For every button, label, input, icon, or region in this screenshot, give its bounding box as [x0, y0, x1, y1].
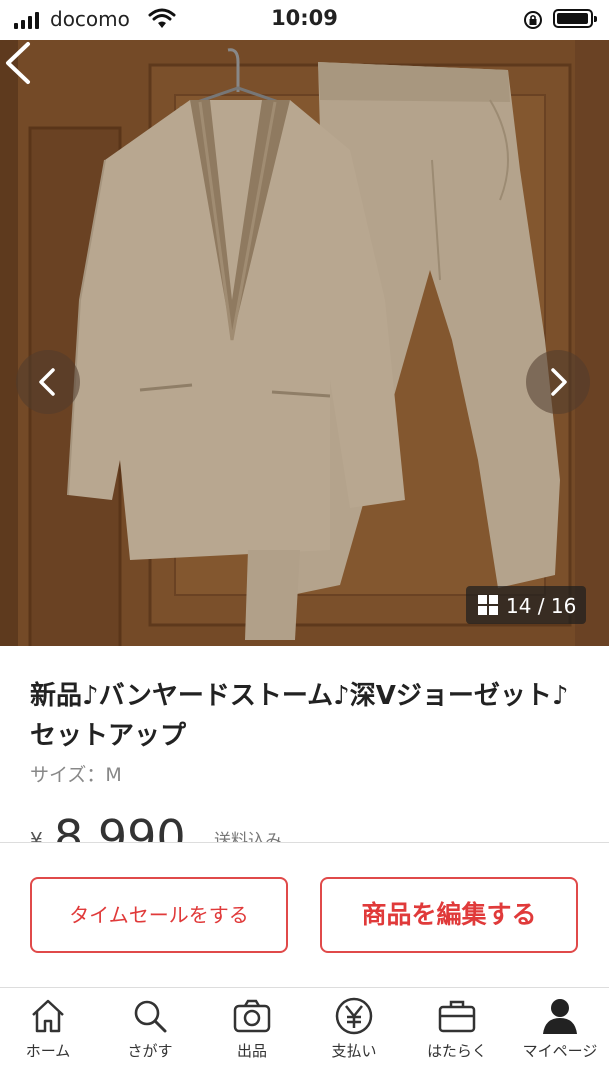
home-icon — [32, 999, 64, 1033]
edit-item-button[interactable]: 商品を編集する — [320, 877, 578, 953]
tab-search[interactable]: さがす — [100, 996, 200, 1076]
tab-search-label: さがす — [127, 1042, 173, 1060]
shipping-note: 送料込み — [214, 831, 282, 842]
yen-icon — [335, 997, 373, 1035]
grid-icon — [478, 595, 498, 615]
tab-mypage[interactable]: マイページ — [510, 996, 609, 1076]
timesale-button[interactable]: タイムセールをする — [30, 877, 288, 953]
tab-work-label: はたらく — [427, 1042, 487, 1060]
next-photo-button[interactable] — [526, 350, 590, 414]
item-price: 8,990 — [54, 810, 186, 842]
search-icon — [134, 1000, 167, 1033]
user-icon — [543, 999, 577, 1034]
item-size: サイズ：M — [30, 764, 122, 786]
tab-home[interactable]: ホーム — [0, 996, 98, 1076]
tab-bar: ホーム さがす 出品 支払い はたらく マイページ — [0, 987, 609, 1081]
product-image — [0, 40, 609, 646]
photo-counter[interactable]: 14 / 16 — [466, 586, 586, 624]
item-title: 新品♪バンヤードストーム♪深Vジョーゼット♪セットアップ — [30, 681, 569, 751]
clock: 10:09 — [271, 6, 338, 30]
tab-home-label: ホーム — [25, 1042, 71, 1060]
price-row: ¥ 8,990 送料込み — [0, 800, 609, 842]
back-chevron-icon[interactable] — [0, 40, 36, 86]
briefcase-icon — [438, 1000, 476, 1033]
battery-icon — [553, 9, 597, 28]
tab-payment[interactable]: 支払い — [304, 996, 404, 1076]
camera-icon — [233, 999, 271, 1033]
chevron-right-icon — [551, 368, 567, 396]
tab-payment-label: 支払い — [331, 1042, 377, 1060]
currency-symbol: ¥ — [30, 828, 43, 842]
chevron-left-icon — [39, 368, 55, 396]
tab-sell[interactable]: 出品 — [202, 996, 302, 1076]
status-bar: docomo 10:09 — [0, 0, 609, 40]
action-bar: タイムセールをする 商品を編集する — [0, 842, 609, 988]
item-photo[interactable]: 14 / 16 — [0, 40, 609, 646]
tab-work[interactable]: はたらく — [407, 996, 507, 1076]
tab-mypage-label: マイページ — [522, 1042, 598, 1060]
rotation-lock-icon — [524, 11, 542, 29]
previous-photo-button[interactable] — [16, 350, 80, 414]
photo-counter-text: 14 / 16 — [506, 594, 577, 618]
tab-sell-label: 出品 — [236, 1042, 267, 1060]
